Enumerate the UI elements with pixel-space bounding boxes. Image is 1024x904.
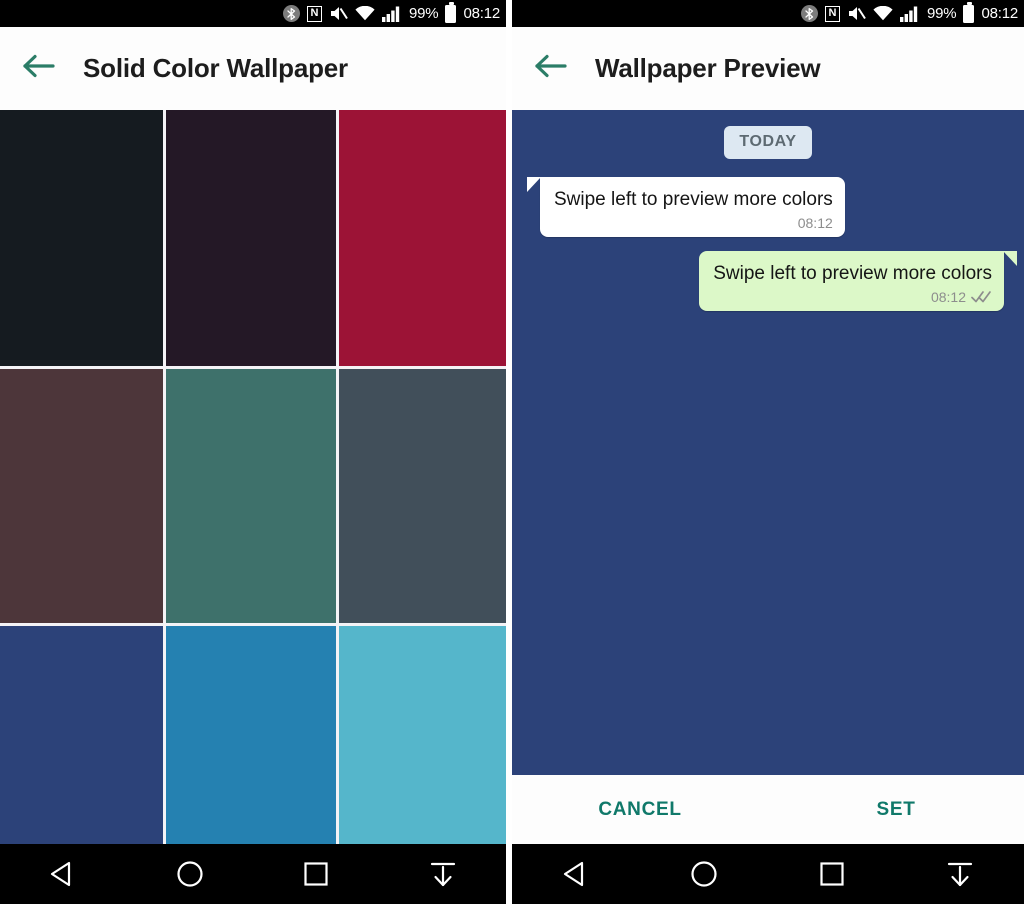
- page-title: Wallpaper Preview: [595, 53, 821, 83]
- right-phone-screen: N 99% 08:12 Wallpaper Preview TODAY Swip…: [512, 0, 1024, 904]
- status-bar-left: N 99% 08:12: [0, 0, 506, 27]
- back-triangle-icon[interactable]: [546, 850, 606, 898]
- color-swatch-teal[interactable]: [166, 369, 336, 623]
- status-bar-clock: 08:12: [463, 5, 500, 22]
- message-timestamp: 08:12: [797, 214, 833, 231]
- wifi-icon: [873, 6, 893, 21]
- back-triangle-icon[interactable]: [33, 850, 93, 898]
- recents-square-icon[interactable]: [802, 850, 862, 898]
- nfc-icon: N: [307, 5, 323, 22]
- color-swatch-navy-blue[interactable]: [0, 626, 163, 844]
- color-swatch-medium-blue[interactable]: [166, 626, 336, 844]
- hide-navbar-icon[interactable]: [930, 850, 990, 898]
- battery-full-icon: [963, 2, 975, 23]
- app-bar-right: Wallpaper Preview: [512, 27, 1024, 110]
- back-arrow-icon[interactable]: [534, 53, 568, 84]
- message-text: Swipe left to preview more colors: [713, 262, 992, 284]
- back-arrow-icon[interactable]: [22, 53, 56, 84]
- color-swatch-grid: [0, 110, 506, 844]
- color-swatch-slate-grey[interactable]: [339, 369, 506, 623]
- status-bar-clock: 08:12: [981, 5, 1018, 22]
- battery-full-icon: [445, 2, 457, 23]
- cellular-signal-icon: [382, 6, 402, 22]
- date-divider-row: TODAY: [526, 126, 1010, 159]
- volume-mute-icon: [847, 5, 866, 22]
- volume-mute-icon: [329, 5, 348, 22]
- bluetooth-icon: [283, 5, 301, 22]
- battery-percent-label: 99%: [927, 5, 957, 22]
- message-row-outgoing: Swipe left to preview more colors 08:12: [526, 250, 1017, 311]
- color-swatch-light-cyan-blue[interactable]: [339, 626, 506, 844]
- home-circle-icon[interactable]: [674, 850, 734, 898]
- color-swatch-dark-maroon[interactable]: [0, 369, 163, 623]
- app-bar-left: Solid Color Wallpaper: [0, 27, 506, 110]
- navigation-bar-right: [512, 844, 1024, 904]
- color-swatch-crimson[interactable]: [339, 110, 506, 366]
- date-divider-badge: TODAY: [724, 126, 812, 159]
- dual-screenshot-container: N 99% 08:12 Solid Color Wallpaper N 99% …: [0, 0, 1024, 904]
- wallpaper-preview-chat: TODAY Swipe left to preview more colors …: [512, 110, 1024, 775]
- nfc-icon: N: [825, 5, 841, 22]
- status-bar-right: N 99% 08:12: [512, 0, 1024, 27]
- home-circle-icon[interactable]: [160, 850, 220, 898]
- message-row-incoming: Swipe left to preview more colors 08:12: [526, 177, 1010, 237]
- set-button[interactable]: SET: [768, 799, 1024, 821]
- battery-percent-label: 99%: [409, 5, 439, 22]
- navigation-bar-left: [0, 844, 506, 904]
- cellular-signal-icon: [900, 6, 920, 22]
- left-phone-screen: N 99% 08:12 Solid Color Wallpaper: [0, 0, 506, 904]
- color-swatch-dark-plum[interactable]: [166, 110, 336, 366]
- wifi-icon: [355, 6, 375, 21]
- read-double-check-icon: [971, 290, 992, 303]
- color-swatch-near-black[interactable]: [0, 110, 163, 366]
- hide-navbar-icon[interactable]: [413, 850, 473, 898]
- preview-action-bar: CANCEL SET: [512, 775, 1024, 844]
- page-title: Solid Color Wallpaper: [83, 53, 348, 83]
- chat-bubble-incoming[interactable]: Swipe left to preview more colors 08:12: [527, 177, 845, 237]
- message-text: Swipe left to preview more colors: [554, 189, 833, 210]
- bluetooth-icon: [801, 5, 819, 22]
- message-meta: 08:12: [713, 289, 992, 305]
- message-meta: 08:12: [554, 215, 833, 231]
- cancel-button[interactable]: CANCEL: [512, 799, 768, 821]
- message-timestamp: 08:12: [930, 288, 966, 305]
- chat-bubble-outgoing[interactable]: Swipe left to preview more colors 08:12: [699, 250, 1017, 311]
- recents-square-icon[interactable]: [286, 850, 346, 898]
